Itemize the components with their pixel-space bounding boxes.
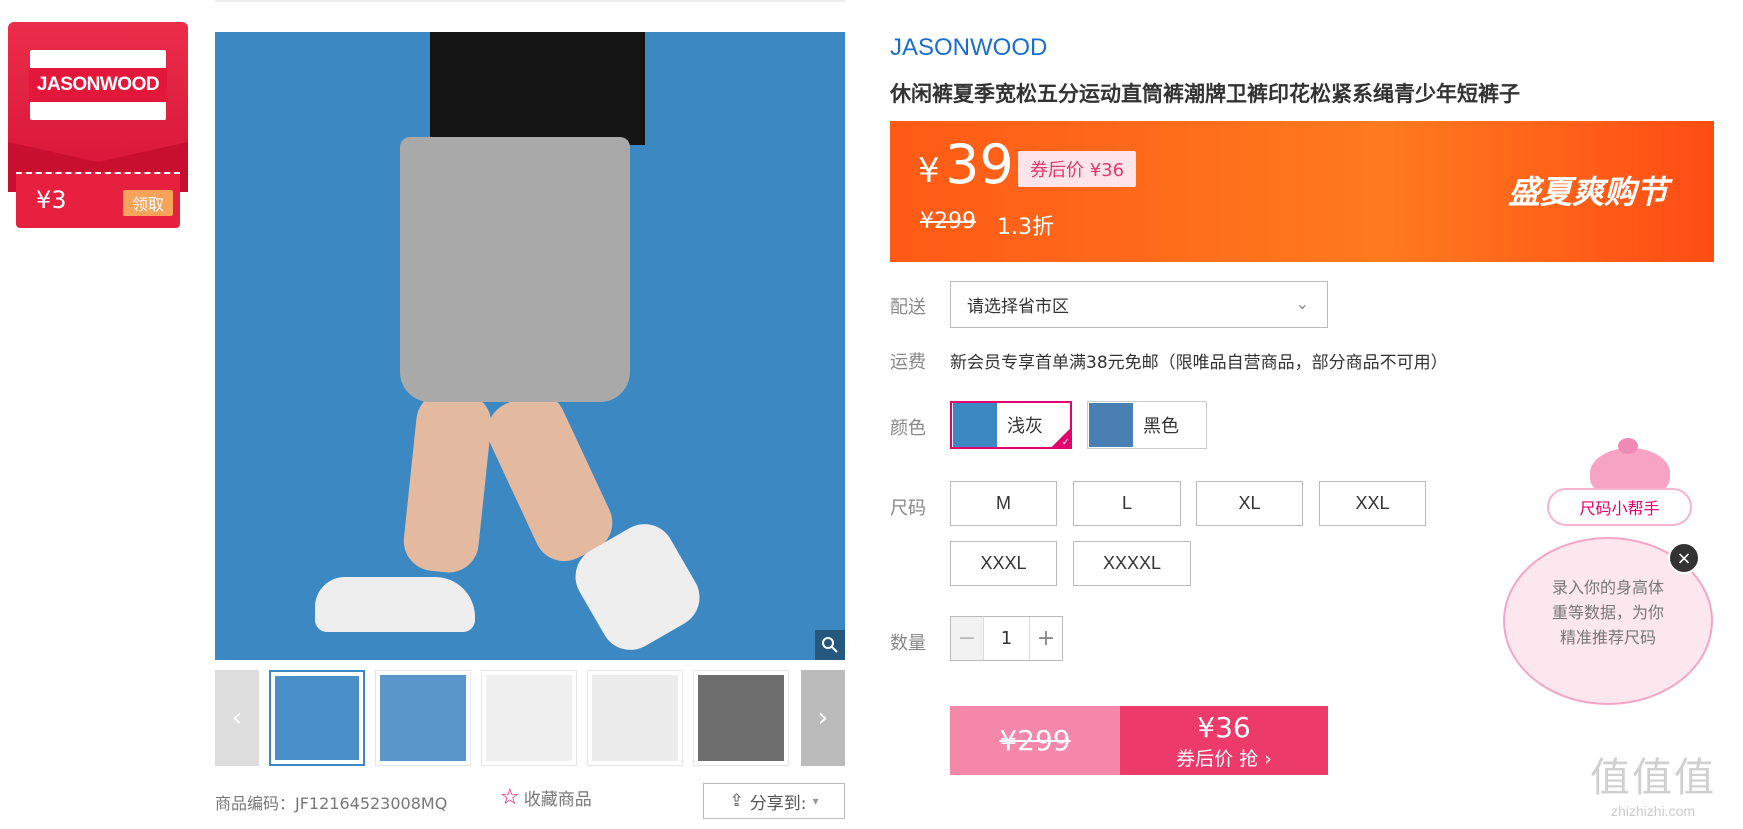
watermark-url: zhizhizhi.com bbox=[1610, 803, 1696, 819]
color-option-black[interactable]: 黑色 bbox=[1087, 401, 1207, 449]
size-option[interactable]: XXL bbox=[1319, 481, 1426, 526]
size-option[interactable]: XL bbox=[1196, 481, 1303, 526]
brand-logo: JASONWOOD bbox=[28, 50, 168, 120]
favorite-button[interactable]: ☆ 收藏商品 bbox=[500, 785, 592, 810]
image-leg-left bbox=[400, 388, 495, 576]
size-helper-widget: 尺码小帮手 录入你的身高体 重等数据，为你 精准推荐尺码 × bbox=[1500, 438, 1715, 710]
quantity-label: 数量 bbox=[890, 633, 926, 654]
color-option-light-gray[interactable]: 浅灰 ✓ bbox=[950, 401, 1072, 449]
buy-now-price: ¥36 bbox=[1197, 710, 1251, 744]
delivery-label: 配送 bbox=[890, 297, 926, 318]
product-code: 商品编码：JF12164523008MQ bbox=[215, 794, 448, 813]
image-shoe-left bbox=[315, 577, 475, 632]
claim-coupon-button[interactable]: 领取 bbox=[123, 190, 173, 216]
thumbnail[interactable] bbox=[587, 670, 683, 766]
thumbnail[interactable] bbox=[693, 670, 789, 766]
shipping-fee-text: 新会员专享首单满38元免邮（限唯品自营商品，部分商品不可用） bbox=[950, 353, 1448, 373]
region-select-value: 请选择省市区 bbox=[967, 297, 1069, 317]
size-helper-text-line: 重等数据，为你 bbox=[1551, 603, 1664, 622]
brand-logo-text: JASONWOOD bbox=[28, 68, 168, 102]
favorite-label: 收藏商品 bbox=[523, 790, 592, 810]
store-coupon-card[interactable]: JASONWOOD ¥3 领取 bbox=[8, 22, 188, 228]
share-icon: ⇪ bbox=[729, 791, 744, 811]
top-divider bbox=[215, 0, 845, 2]
check-icon: ✓ bbox=[1050, 427, 1072, 449]
color-option-label: 黑色 bbox=[1143, 416, 1179, 437]
coupon-footer: ¥3 领取 bbox=[16, 172, 180, 228]
size-label: 尺码 bbox=[890, 498, 926, 519]
price-banner: ¥ 39 券后价 ¥36 ¥299 1.3折 盛夏爽购节 bbox=[890, 121, 1714, 262]
original-price: ¥299 bbox=[920, 209, 976, 234]
color-swatch bbox=[1089, 403, 1133, 447]
size-option[interactable]: M bbox=[950, 481, 1057, 526]
size-option[interactable]: XXXXL bbox=[1073, 541, 1191, 586]
size-helper-text-line: 精准推荐尺码 bbox=[1559, 628, 1656, 647]
after-coupon-badge: 券后价 ¥36 bbox=[1018, 151, 1137, 187]
product-title: 休闲裤夏季宽松五分运动直筒裤潮牌卫裤印花松紧系绳青少年短裤子 bbox=[890, 82, 1520, 106]
color-option-label: 浅灰 bbox=[1007, 416, 1043, 437]
star-icon: ☆ bbox=[500, 785, 520, 810]
quantity-input[interactable]: 1 bbox=[983, 617, 1030, 660]
buy-now-label: 券后价 抢 › bbox=[1176, 747, 1272, 770]
watermark: 值值值 zhizhizhi.com bbox=[1590, 745, 1716, 819]
size-helper-text-line: 录入你的身高体 bbox=[1551, 578, 1664, 597]
thumbnail-strip: ‹ › bbox=[215, 670, 845, 766]
close-icon[interactable]: × bbox=[1668, 542, 1700, 574]
size-option[interactable]: L bbox=[1073, 481, 1181, 526]
quantity-decrease-button[interactable]: − bbox=[951, 617, 983, 660]
currency-symbol: ¥ bbox=[918, 151, 940, 191]
search-icon[interactable] bbox=[815, 630, 845, 660]
watermark-logo: 值值值 bbox=[1590, 755, 1716, 801]
image-shorts bbox=[400, 137, 630, 402]
chevron-down-icon: ▾ bbox=[812, 794, 819, 808]
share-button[interactable]: ⇪ 分享到: ▾ bbox=[703, 783, 845, 819]
quantity-increase-button[interactable]: + bbox=[1030, 617, 1062, 660]
buy-now-button[interactable]: ¥36 券后价 抢 › bbox=[1120, 706, 1328, 775]
thumbnail[interactable] bbox=[269, 670, 365, 766]
quantity-stepper: − 1 + bbox=[950, 616, 1063, 661]
thumbnail[interactable] bbox=[375, 670, 471, 766]
main-product-image[interactable] bbox=[215, 32, 845, 660]
chevron-right-icon[interactable]: › bbox=[801, 670, 845, 766]
chevron-down-icon: ⌄ bbox=[1295, 294, 1309, 313]
size-helper-button[interactable]: 尺码小帮手 bbox=[1547, 488, 1692, 526]
chevron-left-icon[interactable]: ‹ bbox=[215, 670, 259, 766]
discount-rate: 1.3折 bbox=[997, 215, 1054, 240]
image-leg-right bbox=[477, 383, 623, 571]
size-option[interactable]: XXXL bbox=[950, 541, 1057, 586]
festival-banner-text: 盛夏爽购节 bbox=[1507, 173, 1668, 211]
original-price-button[interactable]: ¥299 bbox=[950, 706, 1120, 775]
color-swatch bbox=[953, 403, 997, 447]
current-price: 39 bbox=[945, 133, 1014, 196]
share-label: 分享到: bbox=[749, 793, 807, 814]
region-select[interactable]: 请选择省市区 ⌄ bbox=[950, 281, 1328, 328]
color-label: 颜色 bbox=[890, 418, 926, 439]
brand-link[interactable]: JASONWOOD bbox=[890, 34, 1047, 62]
image-shirt bbox=[430, 32, 645, 145]
coupon-amount: ¥3 bbox=[36, 186, 67, 214]
thumbnail[interactable] bbox=[481, 670, 577, 766]
shipping-fee-label: 运费 bbox=[890, 352, 926, 373]
